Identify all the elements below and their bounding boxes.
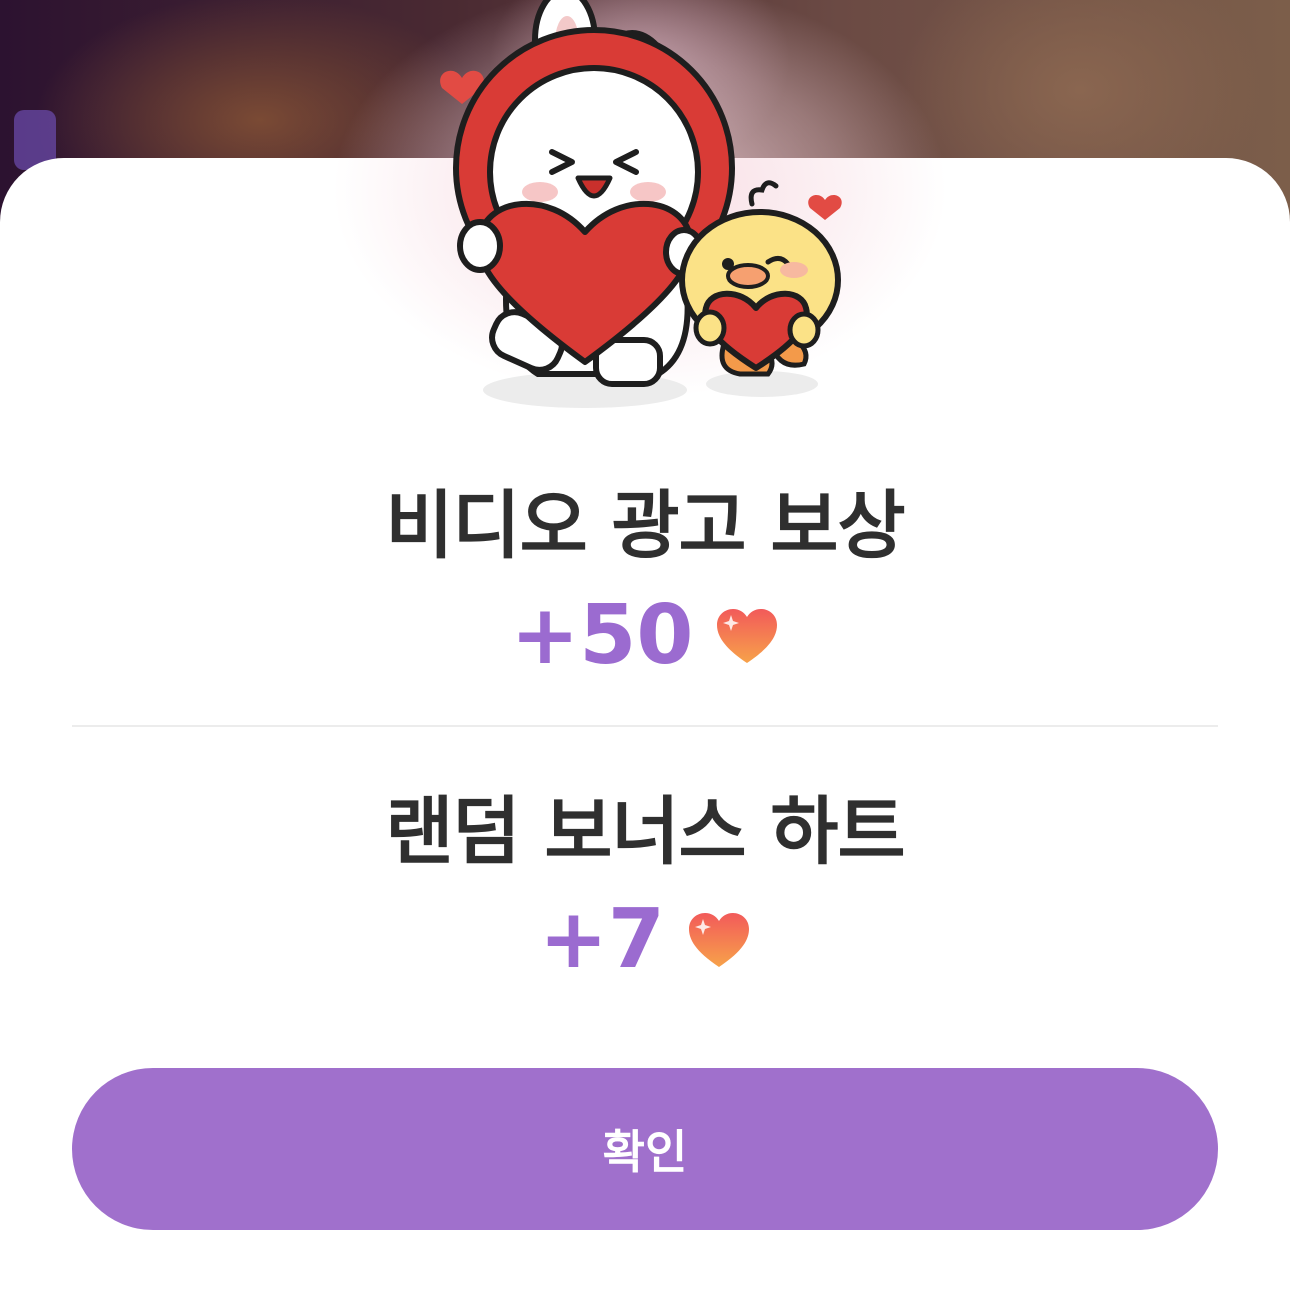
video-reward-amount-row: +50 [0, 588, 1290, 683]
video-reward-amount: +50 [510, 588, 694, 683]
heart-icon [717, 608, 778, 663]
bonus-reward-amount-row: +7 [0, 892, 1290, 987]
bonus-reward-title: 랜덤 보너스 하트 [385, 789, 905, 875]
reward-divider [72, 725, 1218, 727]
confirm-button[interactable]: 확인 [72, 1068, 1218, 1230]
bonus-reward-amount: +7 [539, 892, 665, 987]
bunny-chick-mascot-illustration [440, 0, 842, 408]
heart-icon [688, 912, 749, 967]
video-reward-title: 비디오 광고 보상 [385, 483, 905, 569]
